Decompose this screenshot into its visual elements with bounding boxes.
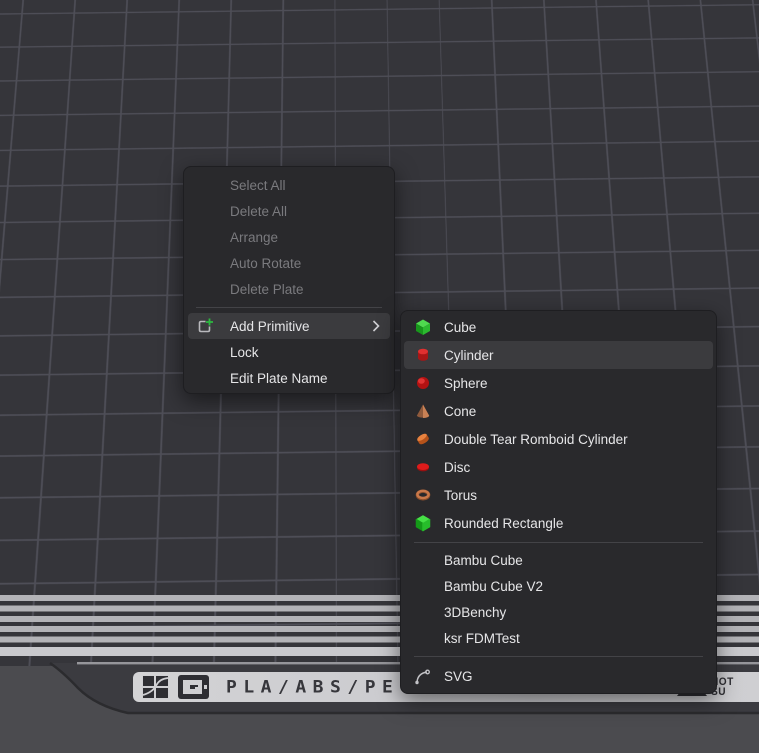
rounded-rectangle-icon: [412, 514, 444, 532]
submenu-item-label: Bambu Cube V2: [444, 579, 543, 594]
menu-item-add-primitive[interactable]: Add Primitive: [188, 313, 390, 339]
add-primitive-icon: [196, 317, 230, 336]
submenu-item-label: Cylinder: [444, 348, 494, 363]
submenu-separator: [414, 656, 703, 657]
menu-item-label: Auto Rotate: [230, 256, 301, 271]
submenu-item-label: Cone: [444, 404, 476, 419]
menu-item-label: Select All: [230, 178, 286, 193]
submenu-item-bambu-cube-v2[interactable]: Bambu Cube V2: [404, 573, 713, 599]
submenu-item-label: 3DBenchy: [444, 605, 506, 620]
submenu-item-label: Sphere: [444, 376, 488, 391]
submenu-item-label: SVG: [444, 669, 473, 684]
menu-item-edit-plate-name[interactable]: Edit Plate Name: [188, 365, 390, 391]
menu-item-delete-plate: Delete Plate: [188, 276, 390, 302]
menu-item-delete-all: Delete All: [188, 198, 390, 224]
chevron-right-icon: [372, 320, 380, 332]
submenu-item-label: Torus: [444, 488, 477, 503]
double-tear-romboid-cylinder-icon: [412, 430, 444, 448]
submenu-item-double-tear-romboid-cylinder[interactable]: Double Tear Romboid Cylinder: [404, 425, 713, 453]
menu-item-auto-rotate: Auto Rotate: [188, 250, 390, 276]
submenu-item-svg[interactable]: SVG: [404, 661, 713, 691]
menu-item-lock[interactable]: Lock: [188, 339, 390, 365]
viewport-3d[interactable]: { "app": { "context": "3D slicer build-p…: [0, 0, 759, 753]
submenu-item-label: ksr FDMTest: [444, 631, 520, 646]
menu-item-label: Arrange: [230, 230, 278, 245]
menu-item-select-all: Select All: [188, 172, 390, 198]
menu-item-label: Edit Plate Name: [230, 371, 328, 386]
submenu-item-sphere[interactable]: Sphere: [404, 369, 713, 397]
submenu-item-label: Bambu Cube: [444, 553, 523, 568]
submenu-item-bambu-cube[interactable]: Bambu Cube: [404, 547, 713, 573]
menu-item-label: Lock: [230, 345, 259, 360]
plate-brand-logo-icon: [142, 675, 169, 699]
menu-item-label: Add Primitive: [230, 319, 310, 334]
plate-maker-logo-icon: [178, 675, 209, 699]
menu-item-arrange: Arrange: [188, 224, 390, 250]
submenu-item-label: Cube: [444, 320, 476, 335]
submenu-item-label: Rounded Rectangle: [444, 516, 563, 531]
cone-icon: [412, 402, 444, 420]
submenu-item-3dbenchy[interactable]: 3DBenchy: [404, 599, 713, 625]
submenu-item-cube[interactable]: Cube: [404, 313, 713, 341]
context-menu: Select All Delete All Arrange Auto Rotat…: [183, 166, 395, 394]
submenu-item-cylinder[interactable]: Cylinder: [404, 341, 713, 369]
torus-icon: [412, 486, 444, 504]
submenu-separator: [414, 542, 703, 543]
cylinder-icon: [412, 346, 444, 364]
submenu-item-label: Disc: [444, 460, 470, 475]
submenu-item-label: Double Tear Romboid Cylinder: [444, 432, 628, 447]
submenu-item-ksr-fdmtest[interactable]: ksr FDMTest: [404, 625, 713, 651]
submenu-item-rounded-rectangle[interactable]: Rounded Rectangle: [404, 509, 713, 537]
add-primitive-submenu: Cube Cylinder Sphere Cone: [400, 310, 717, 694]
disc-icon: [412, 458, 444, 476]
submenu-item-cone[interactable]: Cone: [404, 397, 713, 425]
menu-item-label: Delete Plate: [230, 282, 304, 297]
menu-item-label: Delete All: [230, 204, 287, 219]
sphere-icon: [412, 374, 444, 392]
menu-separator: [196, 307, 382, 308]
cube-icon: [412, 318, 444, 336]
svg-bezier-icon: [412, 667, 444, 686]
submenu-item-torus[interactable]: Torus: [404, 481, 713, 509]
submenu-item-disc[interactable]: Disc: [404, 453, 713, 481]
